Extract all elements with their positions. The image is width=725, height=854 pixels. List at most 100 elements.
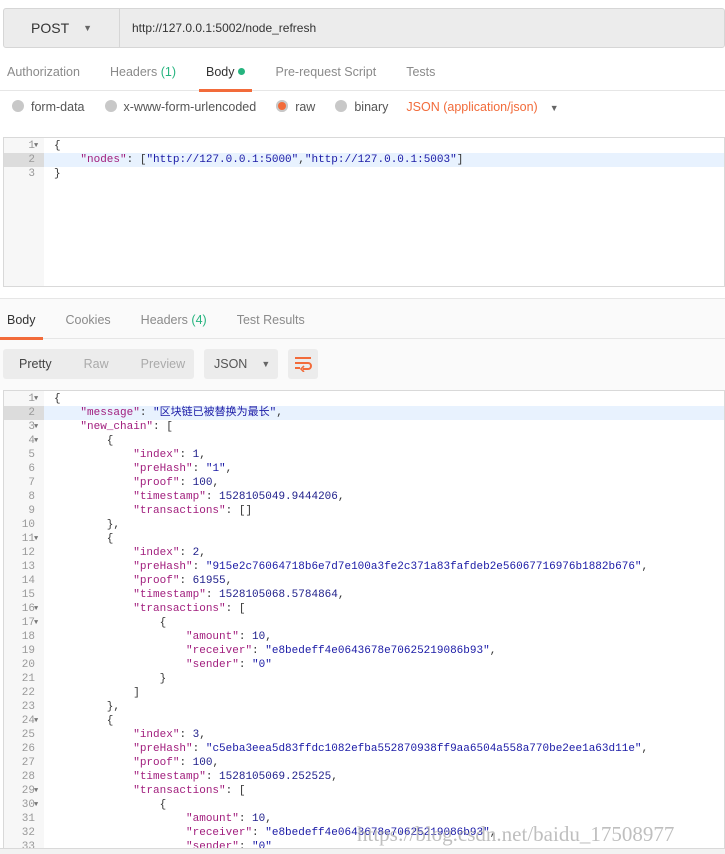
- body-type-form-data[interactable]: form-data: [12, 100, 85, 114]
- token: ,: [199, 547, 206, 559]
- radio-icon[interactable]: [276, 100, 289, 112]
- radio-icon[interactable]: [104, 100, 117, 112]
- request-body-editor[interactable]: 1 ▼{2 "nodes": ["http://127.0.0.1:5000","…: [3, 137, 725, 287]
- line-number: 28: [21, 771, 35, 783]
- content-type-select[interactable]: JSON (application/json) ▼: [406, 100, 558, 114]
- method-select[interactable]: POST ▼: [4, 9, 120, 47]
- token: "transactions": [133, 785, 226, 797]
- token: "915e2c76064718b6e7d7e100a3fe2c371a83faf…: [205, 561, 642, 573]
- code-line: 30 ▼ {: [4, 798, 724, 812]
- tab-pre-request-script[interactable]: Pre-request Script: [268, 55, 383, 90]
- fold-toggle-icon[interactable]: ▼: [34, 602, 38, 616]
- view-mode-preview[interactable]: Preview: [125, 357, 201, 371]
- code-text: "amount": 10,: [54, 630, 272, 644]
- code-text: {: [54, 392, 61, 406]
- code-line: 1 ▼{: [4, 139, 724, 153]
- tab-test-results[interactable]: Test Results: [230, 303, 312, 338]
- code-text: "index": 2,: [54, 546, 206, 560]
- radio-icon[interactable]: [12, 100, 24, 112]
- radio-icon[interactable]: [335, 100, 348, 112]
- code-line: 26 "preHash": "c5eba3eea5d83ffdc1082efba…: [4, 742, 724, 756]
- tab-authorization[interactable]: Authorization: [0, 55, 87, 90]
- token: {: [54, 799, 167, 811]
- tab-count: (4): [191, 313, 207, 327]
- url-input[interactable]: http://127.0.0.1:5002/node_refresh: [120, 9, 316, 47]
- token: "http://127.0.0.1:5000": [146, 154, 299, 166]
- tab-tests[interactable]: Tests: [399, 55, 442, 90]
- horizontal-scrollbar[interactable]: [0, 848, 725, 854]
- view-mode-raw[interactable]: Raw: [68, 357, 125, 371]
- body-type-raw[interactable]: raw: [276, 100, 315, 114]
- response-body-viewer[interactable]: 1 ▼{2 "message": "区块链已被替换为最长", 3 ▼ "new_cha…: [3, 390, 725, 850]
- tab-headers[interactable]: Headers (1): [103, 55, 183, 90]
- fold-toggle-icon[interactable]: ▼: [34, 139, 38, 153]
- fold-toggle-icon[interactable]: ▼: [34, 392, 38, 406]
- token: {: [54, 715, 114, 727]
- token: "amount": [186, 813, 239, 825]
- line-number: 12: [21, 547, 35, 559]
- fold-toggle-icon[interactable]: ▼: [34, 714, 38, 728]
- token: {: [54, 140, 61, 152]
- token: },: [54, 701, 121, 713]
- token: 10: [252, 813, 266, 825]
- body-type-x-www-form-urlencoded[interactable]: x-www-form-urlencoded: [104, 100, 256, 114]
- token: }: [54, 168, 61, 180]
- token: "new_chain": [80, 421, 154, 433]
- token: : []: [225, 505, 253, 517]
- code-text: "sender": "0": [54, 658, 272, 672]
- wrap-lines-button[interactable]: [288, 349, 318, 379]
- response-view-bar: Pretty Raw Preview JSON ▼: [3, 349, 318, 379]
- fold-toggle-icon[interactable]: ▼: [34, 532, 38, 546]
- line-number: 27: [21, 757, 35, 769]
- format-select[interactable]: JSON ▼: [204, 349, 278, 379]
- code-text: "proof": 100,: [54, 476, 219, 490]
- token: "receiver": [186, 645, 253, 657]
- token: : [: [126, 154, 147, 166]
- tab-cookies[interactable]: Cookies: [59, 303, 118, 338]
- fold-toggle-icon[interactable]: ▼: [34, 798, 38, 812]
- token: ,: [489, 645, 497, 657]
- code-line: 28 "timestamp": 1528105069.252525,: [4, 770, 724, 784]
- token: ,: [225, 575, 233, 587]
- token: 61955: [192, 575, 226, 587]
- code-text: "transactions": []: [54, 504, 252, 518]
- caret-down-icon: ▼: [261, 359, 271, 369]
- body-type-binary[interactable]: binary: [335, 100, 388, 114]
- tab-body[interactable]: Body: [198, 55, 253, 92]
- request-tabs: Authorization Headers (1) Body Pre-request …: [0, 55, 725, 92]
- token: :: [238, 659, 253, 671]
- code-text: {: [54, 434, 114, 448]
- tab-label: Headers: [109, 65, 158, 79]
- token: ,: [199, 449, 206, 461]
- code-line: 20 "sender": "0": [4, 658, 724, 672]
- line-number: 25: [21, 729, 35, 741]
- line-number: 21: [21, 673, 35, 685]
- code-line: 18 "amount": 10,: [4, 630, 724, 644]
- tab-label: Body: [205, 65, 235, 79]
- code-text: "index": 3,: [54, 728, 206, 742]
- line-number: 23: [21, 701, 35, 713]
- token: 100: [192, 477, 213, 489]
- fold-toggle-icon[interactable]: ▼: [34, 784, 38, 798]
- code-line: 1 ▼{: [4, 392, 724, 406]
- code-text: "message": "区块链已被替换为最长",: [54, 406, 282, 420]
- token: ,: [641, 561, 649, 573]
- fold-toggle-icon[interactable]: ▼: [34, 434, 38, 448]
- fold-toggle-icon[interactable]: ▼: [34, 616, 38, 630]
- tab-label: Test Results: [236, 313, 305, 327]
- token: :: [179, 729, 193, 741]
- code-line: 9 "transactions": []: [4, 504, 724, 518]
- tab-headers[interactable]: Headers (4): [134, 303, 214, 338]
- response-tabs: Body Cookies Headers (4) Test Results: [0, 303, 725, 340]
- tab-body[interactable]: Body: [0, 303, 43, 340]
- token: 100: [192, 757, 213, 769]
- view-mode-pretty[interactable]: Pretty: [3, 357, 68, 371]
- token: "区块链已被替换为最长": [153, 407, 277, 419]
- fold-toggle-icon[interactable]: ▼: [34, 420, 38, 434]
- tab-label: Pre-request Script: [275, 65, 377, 79]
- token: "preHash": [133, 561, 193, 573]
